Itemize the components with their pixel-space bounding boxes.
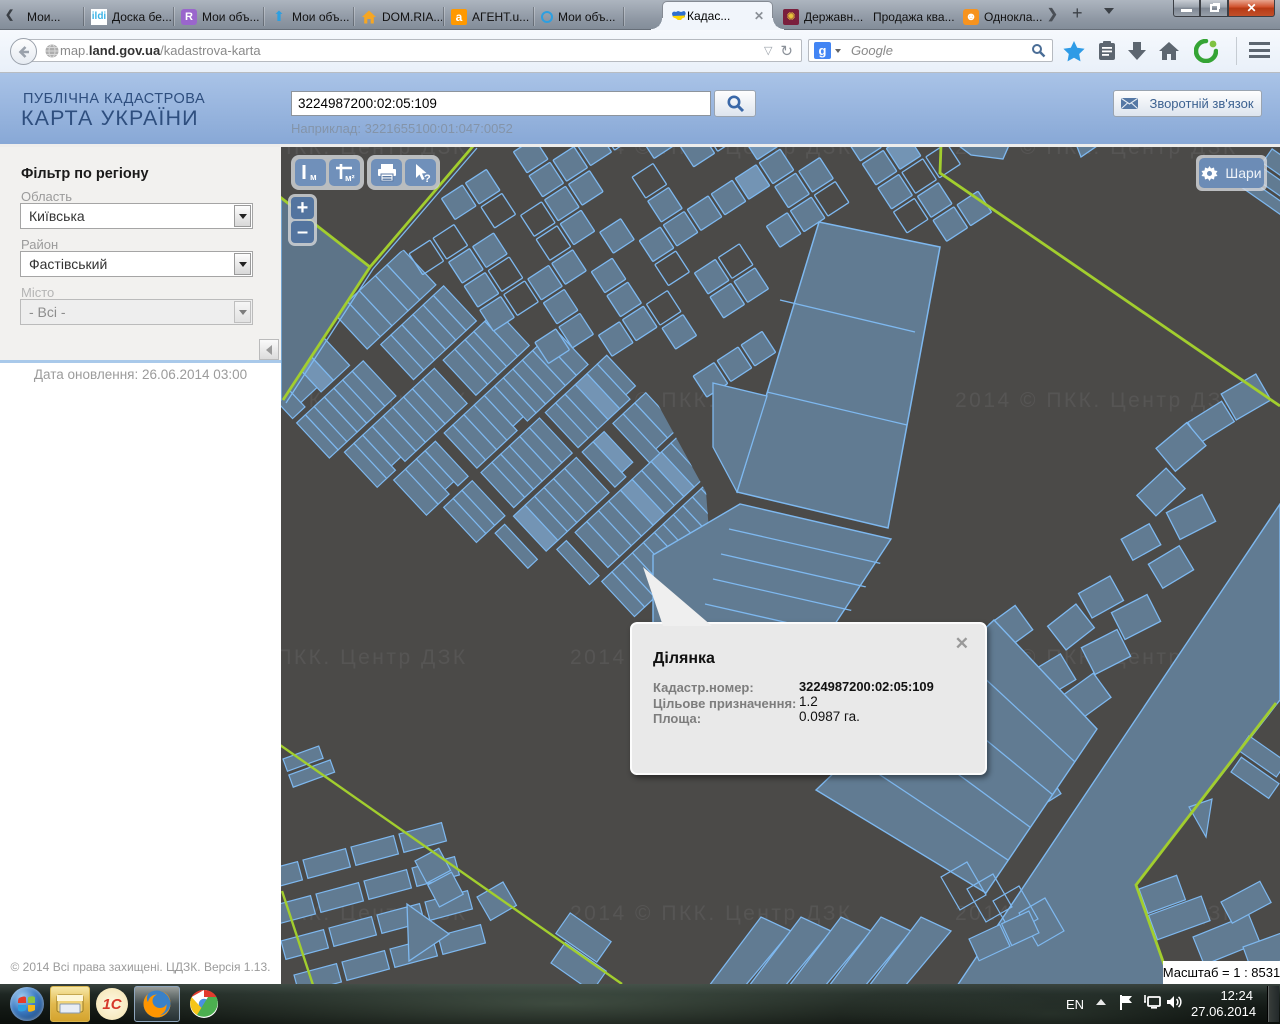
svg-text:?: ? (424, 173, 431, 184)
svg-text:м: м (310, 172, 317, 182)
svg-text:2014 © ПКК. Центр ДЗК: 2014 © ПКК. Центр ДЗК (281, 646, 468, 669)
svg-text:м²: м² (345, 173, 355, 183)
svg-text:2014 © ПКК. Центр ДЗК: 2014 © ПКК. Центр ДЗК (955, 389, 1238, 412)
